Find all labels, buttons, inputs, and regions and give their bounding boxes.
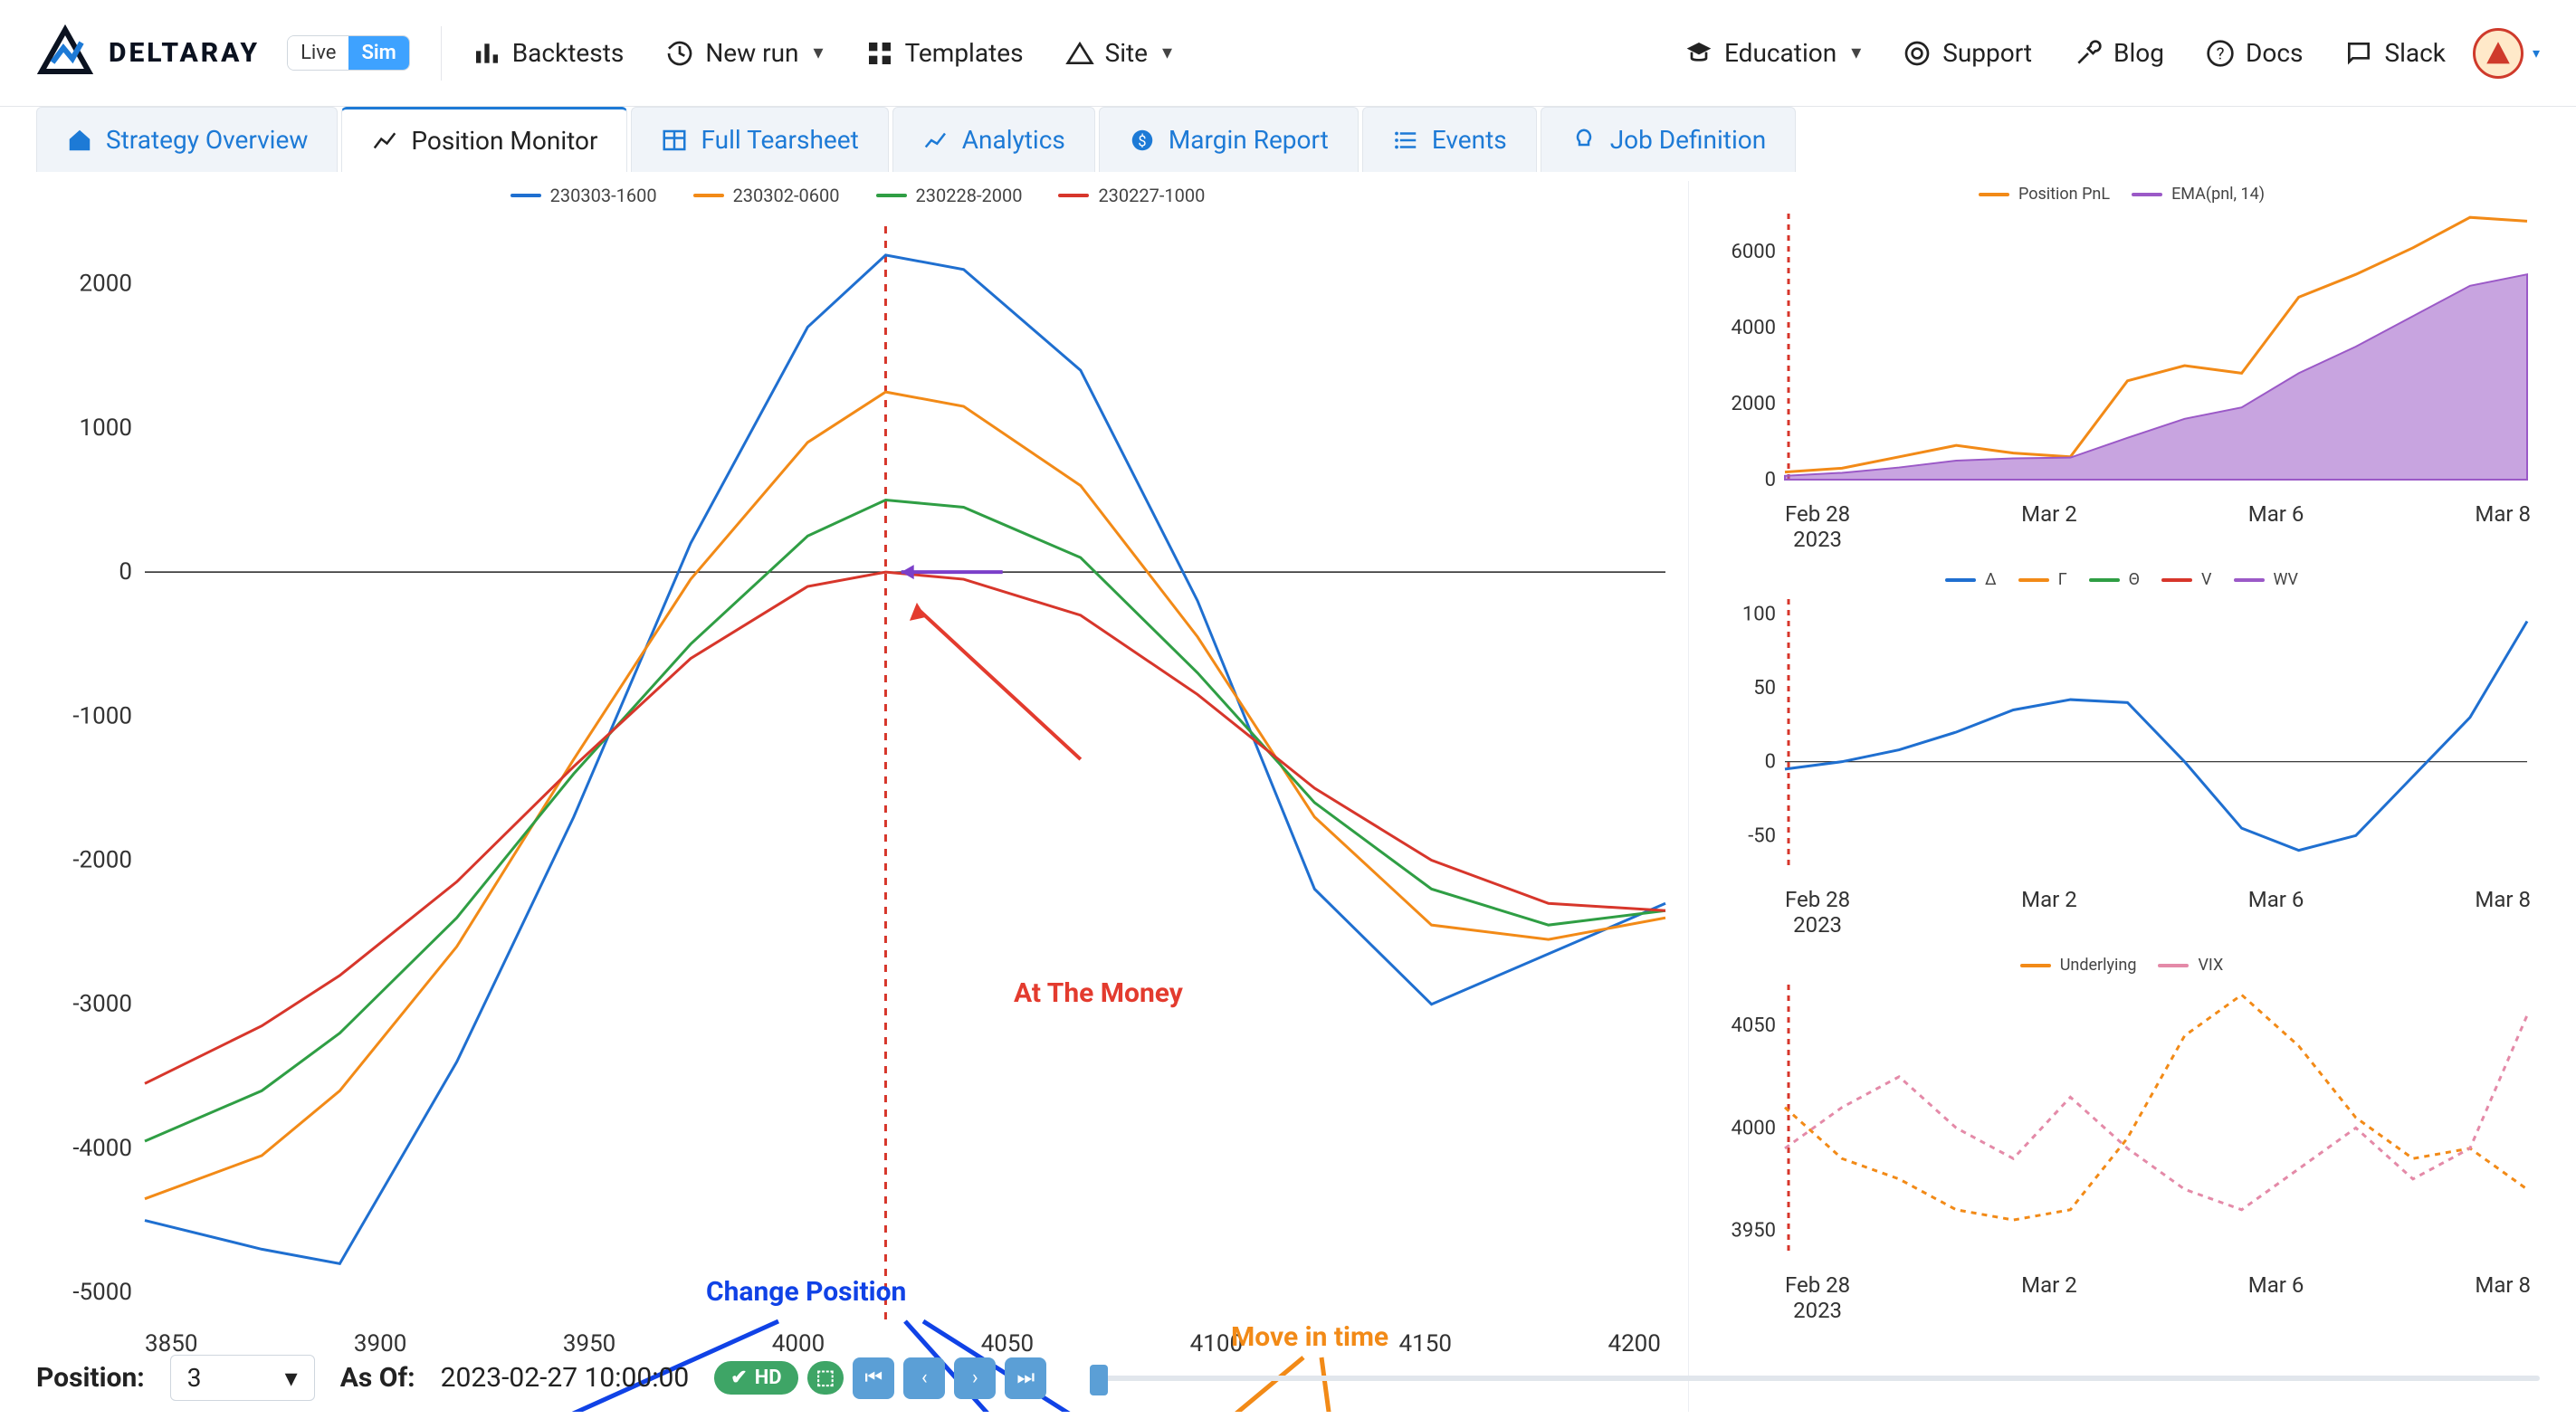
mode-toggle[interactable]: Live Sim [287,35,410,71]
position-select[interactable]: 3 ▾ [170,1355,315,1401]
chevron-down-icon: ▾ [1162,42,1172,64]
content: 230303-1600230302-0600230228-2000230227-… [0,172,2576,1412]
help-icon: ? [2206,39,2235,68]
svg-text:0: 0 [1765,469,1776,491]
nav-backtests[interactable]: Backtests [472,38,625,68]
check-icon: ✔ [730,1367,747,1389]
avatar-icon [2473,28,2524,79]
step-forward-button[interactable]: › [954,1357,996,1399]
svg-text:2000: 2000 [80,271,132,298]
nav-docs[interactable]: ? Docs [2206,38,2303,68]
skip-back-button[interactable]: ⏮ [853,1357,894,1399]
pnl-chart[interactable]: Position PnLEMA(pnl, 14)0200040006000Feb… [1703,181,2540,561]
education-icon [1684,39,1713,68]
nav-education[interactable]: Education▾ [1684,38,1861,68]
svg-text:$: $ [1138,132,1146,149]
tab-job-definition[interactable]: Job Definition [1541,107,1797,172]
svg-text:6000: 6000 [1732,241,1776,263]
nav-site[interactable]: Site▾ [1065,38,1173,68]
skip-forward-button[interactable]: ⏭ [1005,1357,1046,1399]
chevron-down-icon: ▾ [1851,42,1861,64]
svg-text:0: 0 [1765,751,1776,774]
svg-text:-2000: -2000 [72,847,132,874]
svg-text:1000: 1000 [80,414,132,442]
svg-text:2000: 2000 [1732,393,1776,415]
annotation-change-position: Change Position [706,1276,906,1308]
position-label: Position: [36,1362,145,1394]
nav-blog[interactable]: Blog [2074,38,2164,68]
primary-nav: Backtests New run▾ Templates Site▾ [472,38,1172,68]
history-icon [665,39,694,68]
svg-text:?: ? [2217,43,2225,63]
separator [441,26,442,81]
brand-name: DELTARAY [109,37,260,69]
playback-controls: ✔HD ⬚ ⏮ ‹ › ⏭ [714,1357,1046,1399]
chevron-down-icon: ▾ [285,1363,298,1393]
line-chart-icon [371,128,398,155]
svg-text:4000: 4000 [1732,317,1776,339]
step-back-button[interactable]: ‹ [903,1357,945,1399]
svg-text:-3000: -3000 [72,991,132,1018]
chevron-down-icon: ▾ [814,42,824,64]
tab-strategy-overview[interactable]: Strategy Overview [36,107,338,172]
underlying-vix-chart[interactable]: UnderlyingVIX395040004050Feb 282023Mar 2… [1703,952,2540,1332]
top-bar: DELTARAY Live Sim Backtests New run▾ Tem… [0,0,2576,107]
greeks-chart[interactable]: ΔΓΘVWV-50050100Feb 282023Mar 2Mar 6Mar 8 [1703,567,2540,947]
lightbulb-icon [1570,127,1598,154]
time-slider[interactable] [1090,1376,2540,1381]
brand: DELTARAY Live Sim [36,23,410,84]
main-chart-legend: 230303-1600230302-0600230228-2000230227-… [36,181,1679,206]
asof-value: 2023-02-27 10:00:00 [441,1362,690,1394]
footer-controls: Position: 3 ▾ As Of: 2023-02-27 10:00:00… [36,1355,2540,1401]
position-value: 3 [187,1363,202,1393]
chat-icon [2344,39,2373,68]
mode-live[interactable]: Live [288,36,348,70]
tab-margin-report[interactable]: $ Margin Report [1099,107,1359,172]
svg-text:-5000: -5000 [72,1279,132,1306]
chevron-down-icon: ▾ [2533,44,2540,62]
nav-templates[interactable]: Templates [865,38,1024,68]
tab-full-tearsheet[interactable]: Full Tearsheet [631,107,888,172]
svg-text:50: 50 [1753,677,1776,700]
logo-icon [36,23,94,84]
hd-pill[interactable]: ✔HD [714,1361,797,1395]
svg-text:3950: 3950 [1732,1219,1776,1242]
user-menu[interactable]: ▾ [2473,28,2540,79]
delta-icon [1065,39,1094,68]
payoff-chart[interactable]: 230303-1600230302-0600230228-2000230227-… [36,181,1679,1412]
svg-text:4050: 4050 [1732,1014,1776,1037]
lifebuoy-icon [1903,39,1932,68]
analytics-icon [922,127,949,154]
dollar-icon: $ [1129,127,1156,154]
grid-icon [865,39,894,68]
annotation-move-in-time: Move in time [1231,1321,1388,1353]
home-icon [66,127,93,154]
svg-text:-50: -50 [1748,824,1776,847]
svg-text:4000: 4000 [1732,1117,1776,1139]
tab-position-monitor[interactable]: Position Monitor [341,107,627,172]
list-icon [1392,127,1419,154]
3d-pill[interactable]: ⬚ [807,1361,844,1395]
tab-events[interactable]: Events [1362,107,1537,172]
annotation-atm: At The Money [1014,977,1183,1009]
mode-sim[interactable]: Sim [348,36,408,70]
cube-icon: ⬚ [816,1367,835,1389]
tools-icon [2074,39,2103,68]
asof-label: As Of: [340,1362,415,1394]
bar-chart-icon [472,39,501,68]
tab-strip: Strategy Overview Position Monitor Full … [0,107,2576,172]
nav-support[interactable]: Support [1903,38,2032,68]
nav-new-run[interactable]: New run▾ [665,38,823,68]
nav-slack[interactable]: Slack [2344,38,2446,68]
svg-text:100: 100 [1742,603,1776,625]
slider-thumb[interactable] [1090,1365,1108,1395]
table-icon [661,127,688,154]
tab-analytics[interactable]: Analytics [892,107,1095,172]
main-chart-pane: 230303-1600230302-0600230228-2000230227-… [36,181,1689,1412]
svg-text:0: 0 [119,558,132,586]
secondary-nav: Education▾ Support Blog ? Docs Slack [1684,38,2446,68]
side-charts: Position PnLEMA(pnl, 14)0200040006000Feb… [1689,181,2540,1412]
svg-text:-4000: -4000 [72,1135,132,1162]
svg-text:-1000: -1000 [72,702,132,729]
